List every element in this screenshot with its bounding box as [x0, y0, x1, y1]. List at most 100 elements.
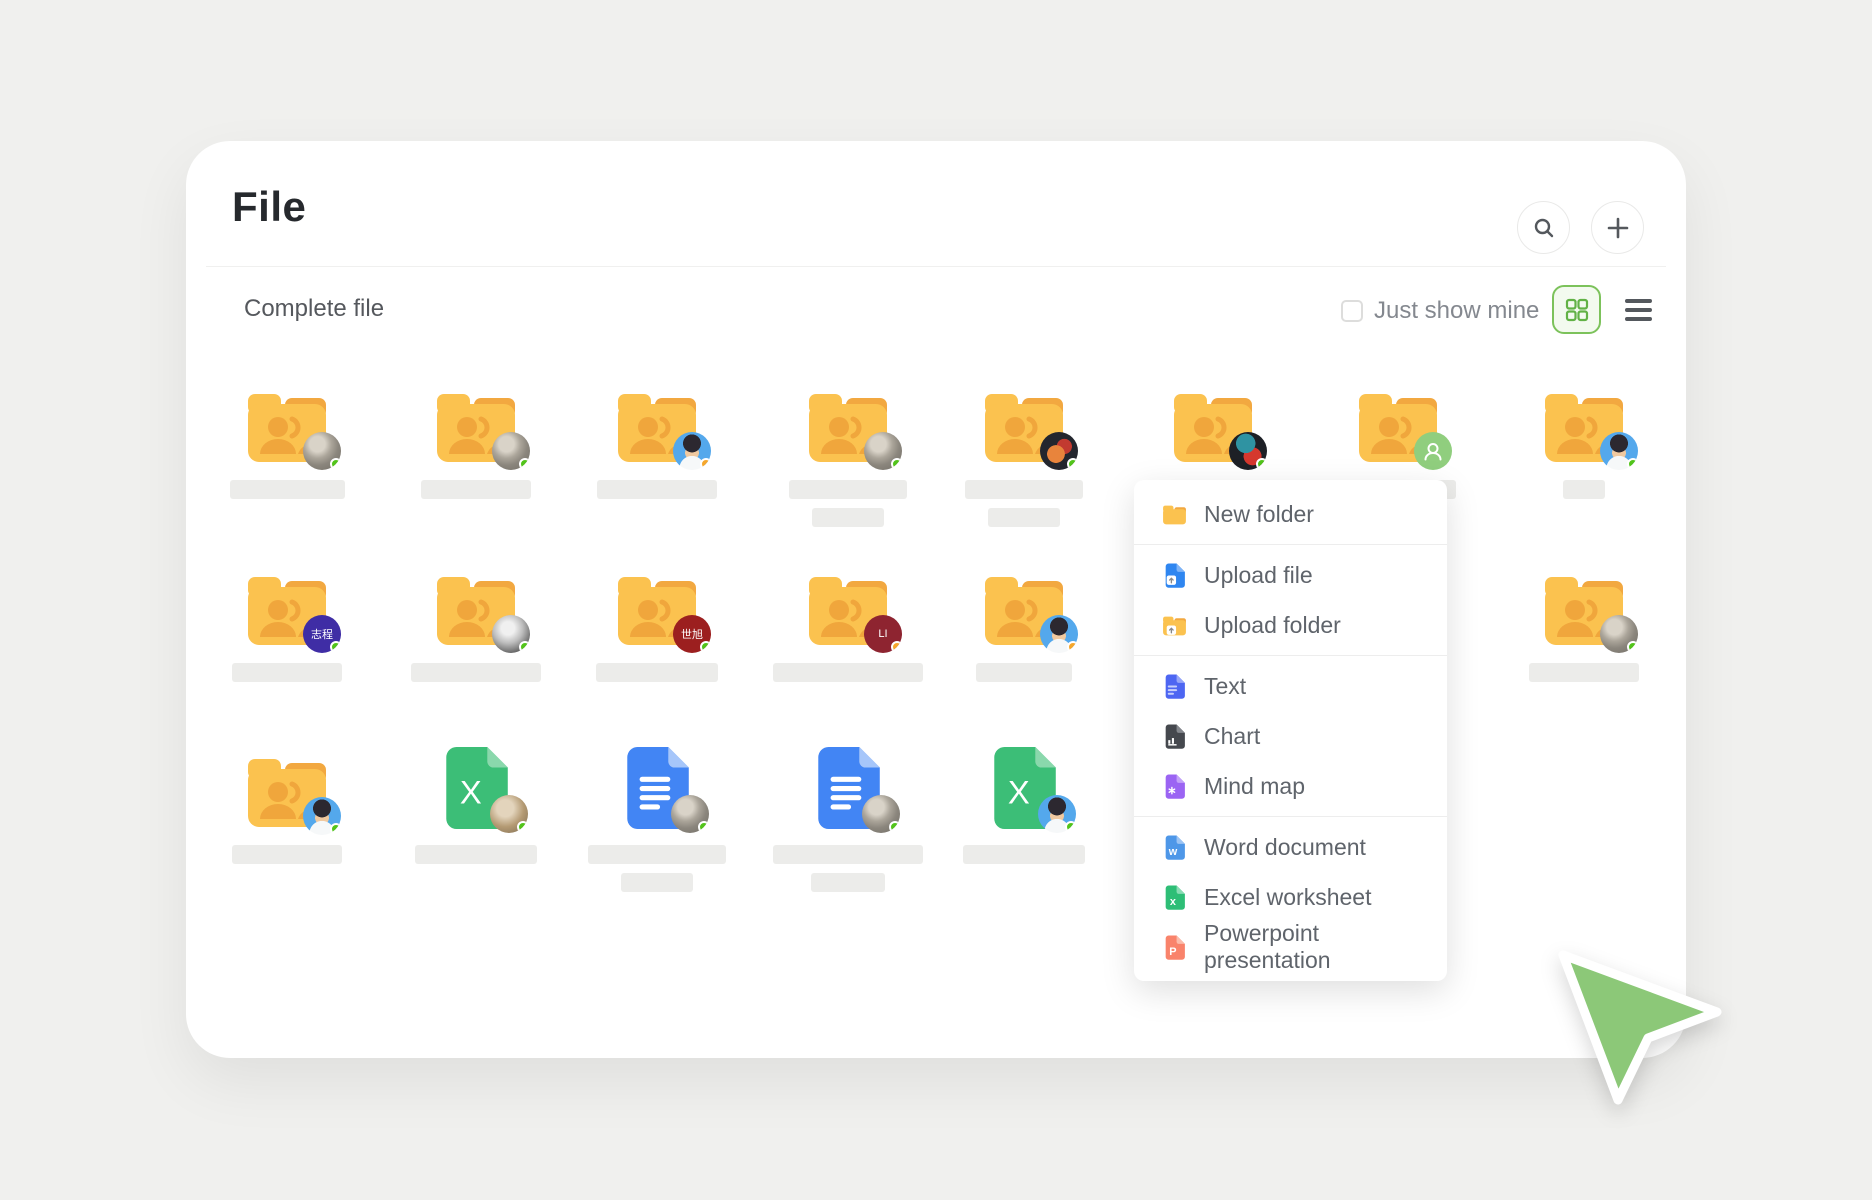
filename-skeleton	[1563, 480, 1605, 499]
menu-item-word-document[interactable]: w Word document	[1134, 822, 1447, 872]
menu-item-upload-file[interactable]: Upload file	[1134, 550, 1447, 600]
filename-skeleton	[232, 845, 342, 864]
filename-skeleton	[773, 845, 923, 864]
status-dot-green	[1627, 458, 1638, 470]
page-title: File	[232, 183, 306, 231]
owner-avatar	[671, 795, 709, 833]
filename-skeleton	[789, 480, 907, 499]
view-list-button[interactable]	[1616, 285, 1660, 334]
grid-item-folder[interactable]	[1499, 551, 1669, 682]
owner-avatar	[490, 795, 528, 833]
owner-avatar: 世旭	[673, 615, 711, 653]
file-icon-wrap	[416, 368, 536, 464]
status-dot-green	[330, 823, 341, 835]
new-folder-icon	[1161, 501, 1188, 528]
grid-item-doc[interactable]	[763, 733, 933, 892]
filename-skeleton	[621, 873, 693, 892]
filename-skeleton	[811, 873, 885, 892]
file-icon-wrap	[964, 551, 1084, 647]
menu-item-label: Text	[1204, 673, 1246, 700]
new-item-context-menu: New folder Upload file Upload folder Tex…	[1134, 480, 1447, 981]
grid-item-folder[interactable]	[391, 551, 561, 682]
owner-avatar	[492, 432, 530, 470]
file-icon-wrap: X	[416, 733, 536, 829]
menu-item-excel-worksheet[interactable]: x Excel worksheet	[1134, 872, 1447, 922]
menu-item-text[interactable]: Text	[1134, 661, 1447, 711]
grid-item-folder[interactable]	[202, 368, 372, 499]
file-icon-wrap	[1153, 368, 1273, 464]
grid-item-excel[interactable]: X	[939, 733, 1109, 864]
grid-item-folder[interactable]	[391, 368, 561, 499]
status-dot-green	[698, 821, 709, 833]
just-show-mine-filter[interactable]: Just show mine	[1341, 297, 1539, 325]
grid-item-folder[interactable]	[763, 368, 933, 527]
status-dot-green	[330, 458, 341, 470]
file-icon-wrap	[1338, 368, 1458, 464]
text-file-icon	[1161, 673, 1188, 700]
list-view-icon	[1625, 299, 1652, 303]
filename-skeleton	[965, 480, 1083, 499]
avatar-initials: 世旭	[681, 626, 703, 642]
owner-avatar	[1414, 432, 1452, 470]
menu-item-label: Chart	[1204, 723, 1260, 750]
file-icon-wrap	[1524, 368, 1644, 464]
grid-item-folder[interactable]	[939, 368, 1109, 527]
file-icon-wrap: 志程	[227, 551, 347, 647]
owner-avatar	[862, 795, 900, 833]
filename-skeleton	[588, 845, 726, 864]
grid-item-folder[interactable]: LI	[763, 551, 933, 682]
status-dot-green	[1256, 458, 1267, 470]
owner-avatar	[1229, 432, 1267, 470]
search-button[interactable]	[1517, 201, 1570, 254]
menu-item-label: Mind map	[1204, 773, 1305, 800]
search-icon	[1533, 217, 1555, 239]
menu-item-chart[interactable]: Chart	[1134, 711, 1447, 761]
menu-item-powerpoint-presentation[interactable]: P Powerpoint presentation	[1134, 922, 1447, 972]
grid-item-folder[interactable]	[1499, 368, 1669, 499]
owner-avatar	[864, 432, 902, 470]
header-divider	[206, 266, 1666, 267]
grid-item-doc[interactable]	[572, 733, 742, 892]
status-dot-green	[889, 821, 900, 833]
grid-item-excel[interactable]: X	[391, 733, 561, 864]
just-show-mine-checkbox[interactable]	[1341, 300, 1363, 322]
plus-icon	[1606, 216, 1630, 240]
view-grid-button[interactable]	[1552, 285, 1601, 334]
svg-text:P: P	[1169, 945, 1176, 957]
menu-group: Upload file Upload folder	[1134, 545, 1447, 655]
menu-item-label: Powerpoint presentation	[1204, 920, 1447, 974]
grid-item-folder[interactable]	[202, 733, 372, 864]
filename-skeleton	[415, 845, 537, 864]
add-button[interactable]	[1591, 201, 1644, 254]
owner-avatar	[1600, 432, 1638, 470]
filename-skeleton	[963, 845, 1085, 864]
file-icon-wrap	[788, 368, 908, 464]
file-icon-wrap	[964, 368, 1084, 464]
file-icon-wrap	[227, 733, 347, 829]
grid-item-folder[interactable]: 志程	[202, 551, 372, 682]
grid-item-folder[interactable]	[939, 551, 1109, 682]
upload-folder-icon	[1161, 612, 1188, 639]
file-icon-wrap	[416, 551, 536, 647]
owner-avatar: LI	[864, 615, 902, 653]
file-icon-wrap: X	[964, 733, 1084, 829]
ppt-file-icon: P	[1161, 934, 1188, 961]
just-show-mine-label: Just show mine	[1374, 297, 1539, 325]
file-icon-wrap	[597, 733, 717, 829]
status-dot-orange	[700, 458, 711, 470]
filename-skeleton	[812, 508, 884, 527]
grid-item-folder[interactable]	[572, 368, 742, 499]
menu-item-mind-map[interactable]: Mind map	[1134, 761, 1447, 811]
share-user-icon	[1420, 438, 1446, 464]
menu-item-label: New folder	[1204, 501, 1314, 528]
menu-item-new-folder[interactable]: New folder	[1134, 489, 1447, 539]
filename-skeleton	[230, 480, 345, 499]
grid-item-folder[interactable]: 世旭	[572, 551, 742, 682]
file-icon-wrap	[788, 733, 908, 829]
status-dot-green	[330, 641, 341, 653]
svg-text:x: x	[1170, 895, 1176, 907]
file-icon-wrap: LI	[788, 551, 908, 647]
status-dot-green	[1627, 641, 1638, 653]
grid-view-icon	[1564, 297, 1590, 323]
menu-item-upload-folder[interactable]: Upload folder	[1134, 600, 1447, 650]
